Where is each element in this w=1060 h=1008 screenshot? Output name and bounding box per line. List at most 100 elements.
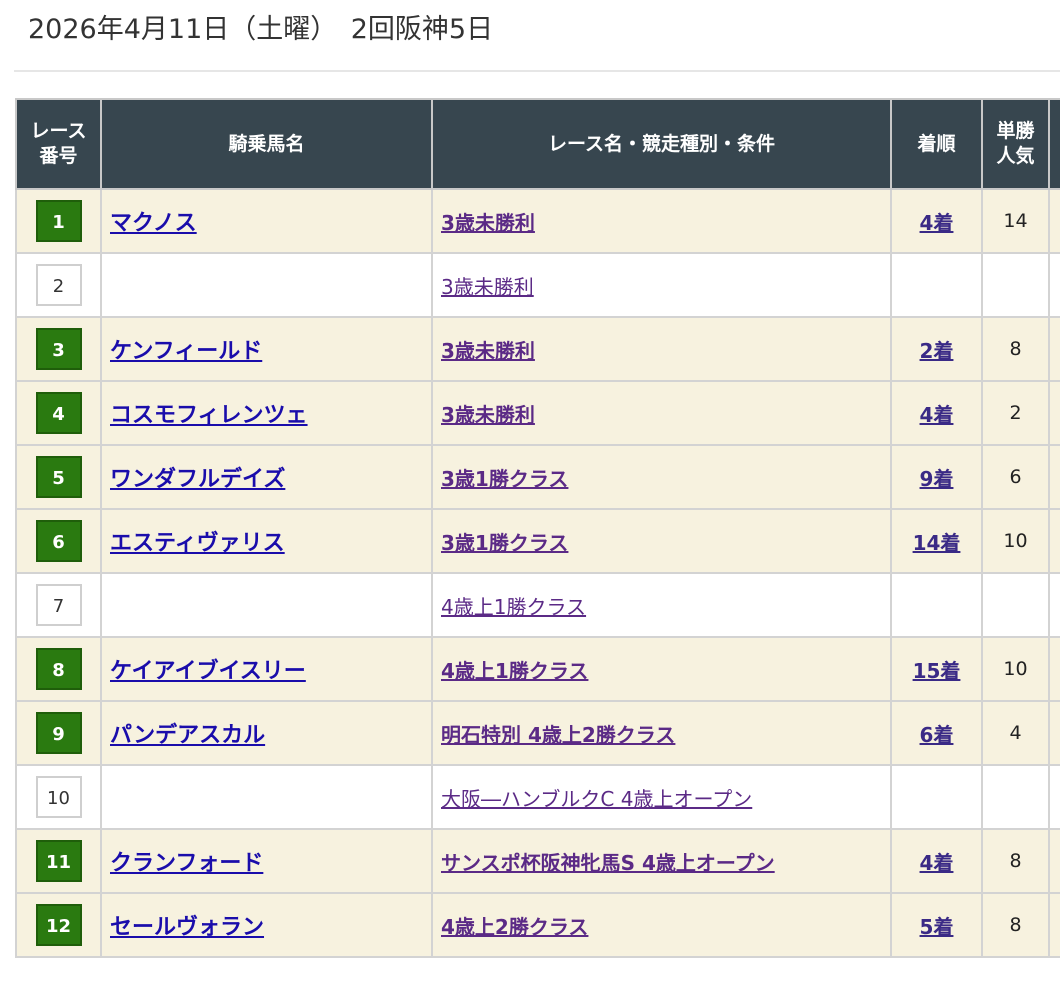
finish-link[interactable]: 4着 <box>920 851 954 875</box>
table-row: 3 ケンフィールド 3歳未勝利 2着 8 <box>15 316 1060 382</box>
finish-link[interactable]: 4着 <box>920 211 954 235</box>
extra-cell <box>1048 444 1060 510</box>
table-row: 7 4歳上1勝クラス <box>15 572 1060 638</box>
table-row: 11 クランフォード サンスポ杯阪神牝馬S 4歳上オープン 4着 8 <box>15 828 1060 894</box>
race-name-link[interactable]: 4歳上1勝クラス <box>441 595 586 619</box>
race-name-link[interactable]: サンスポ杯阪神牝馬S 4歳上オープン <box>441 851 775 875</box>
race-name-cell: 4歳上1勝クラス <box>431 572 892 638</box>
race-name-link[interactable]: 3歳未勝利 <box>441 339 535 363</box>
horse-link[interactable]: エスティヴァリス <box>110 531 285 556</box>
horse-link[interactable]: セールヴォラン <box>110 915 264 940</box>
extra-cell <box>1048 316 1060 382</box>
race-name-cell: サンスポ杯阪神牝馬S 4歳上オープン <box>431 828 892 894</box>
extra-cell <box>1048 892 1060 958</box>
race-number-cell: 10 <box>15 764 102 830</box>
race-number-badge[interactable]: 2 <box>35 264 82 306</box>
popularity-cell: 10 <box>981 636 1050 702</box>
finish-link[interactable]: 14着 <box>913 531 961 555</box>
race-number-cell: 7 <box>15 572 102 638</box>
race-name-link[interactable]: 4歳上2勝クラス <box>441 915 588 939</box>
race-number-badge[interactable]: 6 <box>35 520 82 562</box>
popularity-cell: 14 <box>981 188 1050 254</box>
finish-link[interactable]: 2着 <box>920 339 954 363</box>
horse-link[interactable]: コスモフィレンツェ <box>110 403 308 428</box>
table-header-row: レース 番号 騎乗馬名 レース名・競走種別・条件 着順 単勝 人気 <box>15 98 1060 190</box>
race-table: レース 番号 騎乗馬名 レース名・競走種別・条件 着順 単勝 人気 1 マクノス 3… <box>15 98 1060 958</box>
finish-cell: 14着 <box>890 508 983 574</box>
finish-link[interactable]: 4着 <box>920 403 954 427</box>
race-name-cell: 3歳1勝クラス <box>431 444 892 510</box>
horse-link[interactable]: マクノス <box>110 211 197 236</box>
race-name-link[interactable]: 3歳未勝利 <box>441 211 535 235</box>
finish-link[interactable]: 15着 <box>913 659 961 683</box>
table-row: 10 大阪―ハンブルクC 4歳上オープン <box>15 764 1060 830</box>
popularity-cell: 2 <box>981 380 1050 446</box>
extra-cell <box>1048 700 1060 766</box>
table-row: 9 パンデアスカル 明石特別 4歳上2勝クラス 6着 4 <box>15 700 1060 766</box>
race-number-cell: 5 <box>15 444 102 510</box>
race-name-cell: 3歳未勝利 <box>431 252 892 318</box>
horse-cell: マクノス <box>100 188 433 254</box>
race-name-cell: 明石特別 4歳上2勝クラス <box>431 700 892 766</box>
col-header-horse: 騎乗馬名 <box>100 98 433 190</box>
race-number-badge[interactable]: 7 <box>35 584 82 626</box>
horse-link[interactable]: パンデアスカル <box>110 723 265 748</box>
page-title: 2026年4月11日（土曜） 2回阪神5日 <box>28 14 494 45</box>
race-name-link[interactable]: 3歳1勝クラス <box>441 531 568 555</box>
race-number-badge[interactable]: 10 <box>35 776 82 818</box>
race-name-link[interactable]: 明石特別 4歳上2勝クラス <box>441 723 675 747</box>
horse-link[interactable]: クランフォード <box>110 851 263 876</box>
horse-link[interactable]: ケイアイブイスリー <box>110 659 306 684</box>
race-number-cell: 12 <box>15 892 102 958</box>
horse-cell: ワンダフルデイズ <box>100 444 433 510</box>
horse-cell <box>100 252 433 318</box>
table-row: 4 コスモフィレンツェ 3歳未勝利 4着 2 <box>15 380 1060 446</box>
race-number-badge[interactable]: 1 <box>35 200 82 242</box>
table-row: 8 ケイアイブイスリー 4歳上1勝クラス 15着 10 <box>15 636 1060 702</box>
race-name-cell: 3歳1勝クラス <box>431 508 892 574</box>
finish-cell: 2着 <box>890 316 983 382</box>
extra-cell <box>1048 380 1060 446</box>
extra-cell <box>1048 252 1060 318</box>
popularity-cell <box>981 252 1050 318</box>
finish-cell <box>890 252 983 318</box>
table-row: 1 マクノス 3歳未勝利 4着 14 <box>15 188 1060 254</box>
extra-cell <box>1048 828 1060 894</box>
extra-cell <box>1048 636 1060 702</box>
race-name-cell: 3歳未勝利 <box>431 316 892 382</box>
finish-link[interactable]: 9着 <box>920 467 954 491</box>
finish-cell: 4着 <box>890 188 983 254</box>
race-number-badge[interactable]: 8 <box>35 648 82 690</box>
race-name-link[interactable]: 大阪―ハンブルクC 4歳上オープン <box>441 787 752 811</box>
horse-cell: ケイアイブイスリー <box>100 636 433 702</box>
race-number-badge[interactable]: 4 <box>35 392 82 434</box>
horse-link[interactable]: ワンダフルデイズ <box>110 467 285 492</box>
race-number-cell: 1 <box>15 188 102 254</box>
popularity-cell: 8 <box>981 892 1050 958</box>
race-name-link[interactable]: 4歳上1勝クラス <box>441 659 588 683</box>
extra-cell <box>1048 508 1060 574</box>
finish-link[interactable]: 6着 <box>920 723 954 747</box>
race-number-cell: 3 <box>15 316 102 382</box>
race-number-badge[interactable]: 12 <box>35 904 82 946</box>
race-number-badge[interactable]: 3 <box>35 328 82 370</box>
race-name-link[interactable]: 3歳1勝クラス <box>441 467 568 491</box>
horse-link[interactable]: ケンフィールド <box>110 339 262 364</box>
race-name-cell: 大阪―ハンブルクC 4歳上オープン <box>431 764 892 830</box>
race-name-link[interactable]: 3歳未勝利 <box>441 403 535 427</box>
race-number-cell: 8 <box>15 636 102 702</box>
horse-cell: エスティヴァリス <box>100 508 433 574</box>
popularity-cell: 10 <box>981 508 1050 574</box>
race-number-badge[interactable]: 11 <box>35 840 82 882</box>
col-header-finish: 着順 <box>890 98 983 190</box>
finish-link[interactable]: 5着 <box>920 915 954 939</box>
table-row: 6 エスティヴァリス 3歳1勝クラス 14着 10 <box>15 508 1060 574</box>
race-name-link[interactable]: 3歳未勝利 <box>441 275 534 299</box>
horse-cell: セールヴォラン <box>100 892 433 958</box>
race-name-cell: 4歳上2勝クラス <box>431 892 892 958</box>
finish-cell <box>890 764 983 830</box>
popularity-cell <box>981 572 1050 638</box>
popularity-cell: 6 <box>981 444 1050 510</box>
race-number-badge[interactable]: 9 <box>35 712 82 754</box>
race-number-badge[interactable]: 5 <box>35 456 82 498</box>
